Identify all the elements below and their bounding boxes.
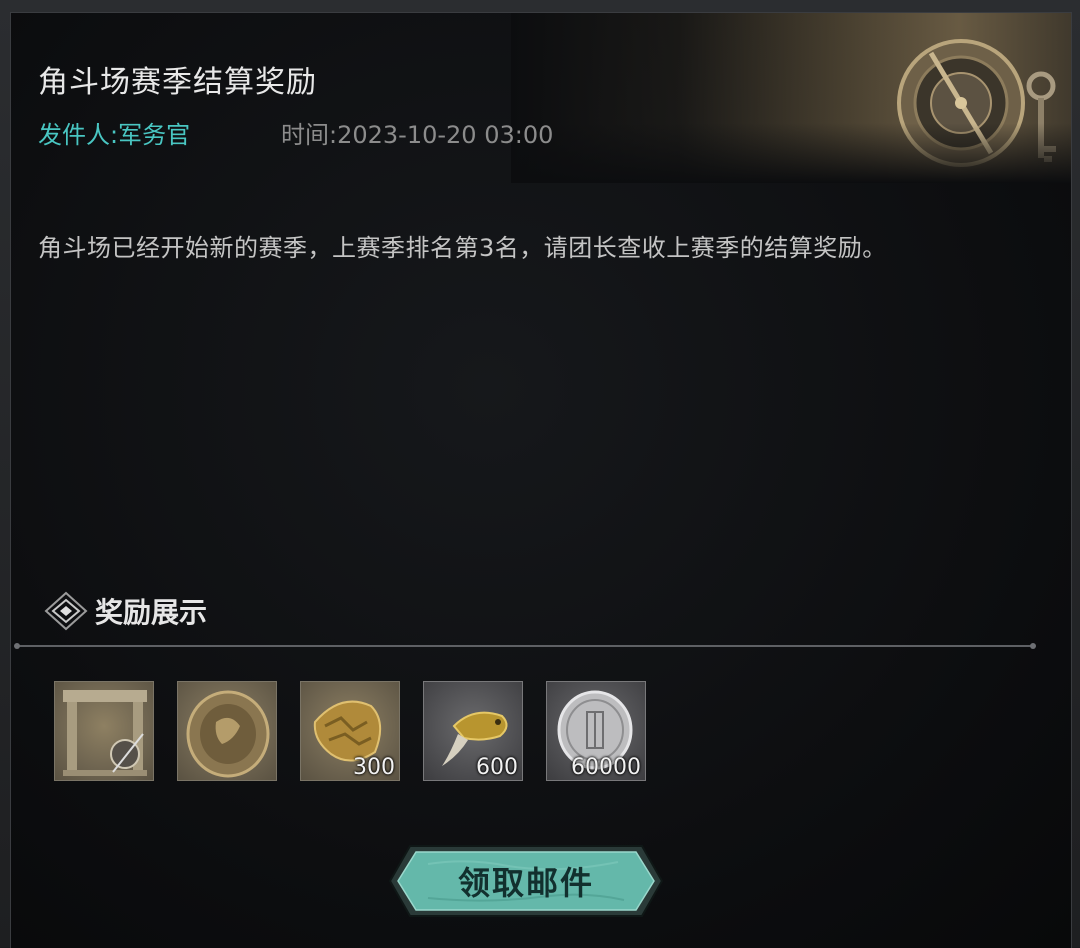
mail-body: 角斗场已经开始新的赛季，上赛季排名第3名，请团长查收上赛季的结算奖励。 (38, 234, 887, 262)
reward-quantity: 300 (353, 755, 395, 780)
mail-title: 角斗场赛季结算奖励 (38, 65, 317, 100)
reward-item-0[interactable] (54, 681, 154, 781)
reward-item-3[interactable]: 600 (423, 681, 523, 781)
bronze-medallion-icon (186, 690, 270, 778)
header-artwork (511, 13, 1071, 183)
mail-sender: 发件人:军务官 (38, 121, 191, 149)
reward-item-1[interactable] (177, 681, 277, 781)
mail-timestamp: 时间:2023-10-20 03:00 (281, 121, 554, 149)
claim-mail-label: 领取邮件 (457, 864, 594, 902)
claim-mail-button[interactable]: 领取邮件 (388, 844, 664, 918)
diamond-emblem-icon (44, 591, 88, 631)
rewards-section-header: 奖励展示 (43, 591, 207, 631)
reward-quantity: 60000 (571, 755, 641, 780)
reward-item-4[interactable]: 60000 (546, 681, 646, 781)
reward-item-2[interactable]: 300 (300, 681, 400, 781)
section-divider (14, 643, 1036, 649)
reward-quantity: 600 (476, 755, 518, 780)
stone-frame-shield-icon (63, 690, 147, 776)
rewards-section-title: 奖励展示 (95, 596, 208, 629)
mail-panel: 角斗场赛季结算奖励 发件人:军务官 时间:2023-10-20 03:00 角斗… (10, 12, 1072, 948)
reward-list: 300 600 60000 (54, 681, 646, 781)
